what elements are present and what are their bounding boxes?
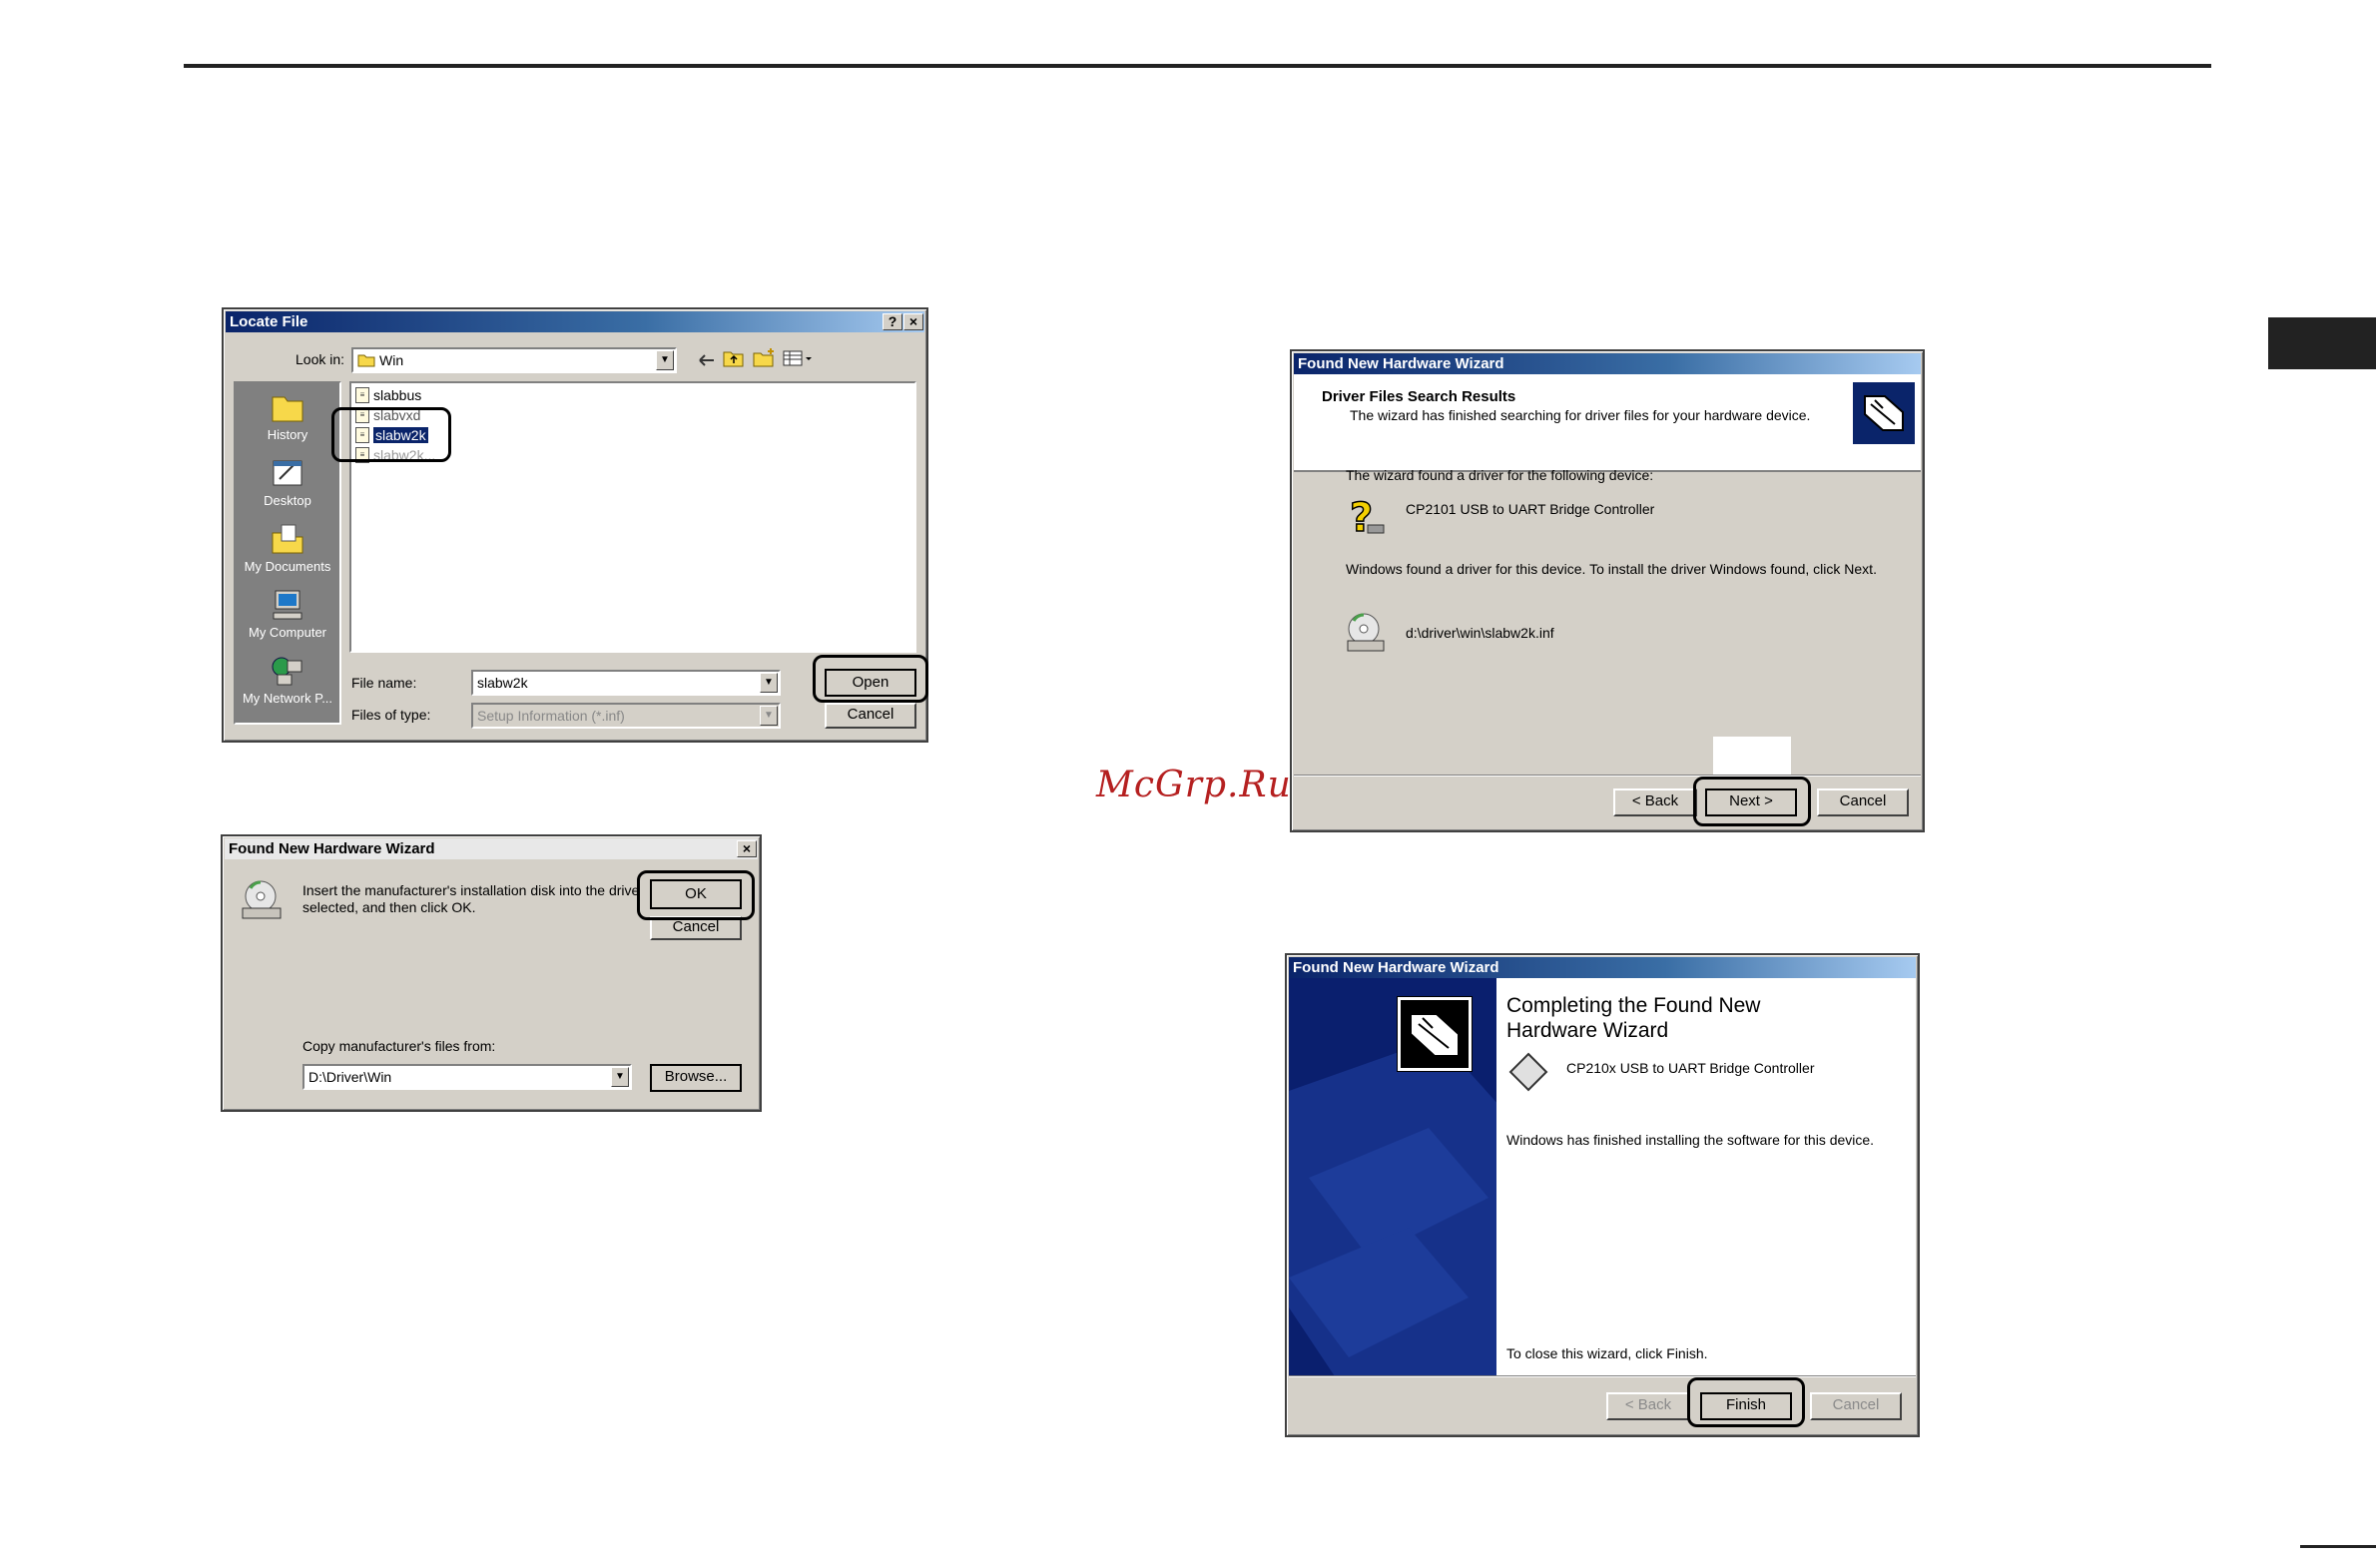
back-button[interactable]: < Back bbox=[1613, 788, 1697, 816]
wizard-header: Driver Files Search Results The wizard h… bbox=[1294, 374, 1921, 472]
svg-text:?: ? bbox=[1350, 495, 1373, 541]
page-edge-mark bbox=[2300, 1545, 2376, 1548]
my-computer-icon bbox=[273, 590, 302, 620]
ok-button-callout bbox=[637, 870, 755, 920]
chevron-down-icon[interactable]: ▼ bbox=[760, 673, 778, 693]
search-results-dialog: Found New Hardware Wizard Driver Files S… bbox=[1290, 349, 1925, 832]
place-my-network[interactable]: My Network P... bbox=[236, 653, 339, 706]
watermark: McGrp.Ru bbox=[1096, 765, 1292, 805]
section-tab-marker bbox=[2268, 317, 2376, 369]
completing-content: Completing the Found New Hardware Wizard… bbox=[1496, 978, 1916, 1375]
search-results-titlebar: Found New Hardware Wizard bbox=[1294, 353, 1921, 374]
place-my-computer-label: My Computer bbox=[248, 625, 327, 640]
device-name: CP2101 USB to UART Bridge Controller bbox=[1406, 501, 1655, 517]
copy-files-value: D:\Driver\Win bbox=[308, 1069, 392, 1085]
up-folder-icon[interactable] bbox=[723, 349, 745, 367]
hardware-wizard-icon bbox=[1397, 996, 1473, 1072]
insert-disk-titlebar: Found New Hardware Wizard bbox=[225, 838, 758, 859]
chevron-down-icon[interactable]: ▼ bbox=[611, 1067, 629, 1087]
look-in-dropdown[interactable]: Win ▼ bbox=[351, 347, 677, 373]
completing-wizard-dialog: Found New Hardware Wizard Completing the… bbox=[1285, 953, 1920, 1437]
place-desktop-label: Desktop bbox=[264, 493, 311, 508]
place-history-label: History bbox=[267, 427, 308, 442]
setup-file-icon: ≡ bbox=[355, 387, 369, 403]
close-button[interactable]: × bbox=[737, 840, 757, 857]
wizard-side-panel bbox=[1289, 978, 1496, 1375]
driver-file-icon bbox=[1347, 613, 1385, 652]
close-button[interactable]: × bbox=[903, 313, 923, 330]
open-button-callout bbox=[813, 655, 928, 703]
chevron-down-icon[interactable]: ▼ bbox=[656, 350, 674, 370]
file-item[interactable]: ≡ slabbus bbox=[355, 387, 421, 403]
file-name-value: slabw2k bbox=[477, 675, 528, 691]
completing-title: Found New Hardware Wizard bbox=[1293, 959, 1499, 976]
completing-device-name: CP210x USB to UART Bridge Controller bbox=[1566, 1060, 1815, 1076]
insert-disk-message-line1: Insert the manufacturer's installation d… bbox=[302, 882, 640, 898]
found-text: The wizard found a driver for the follow… bbox=[1346, 467, 1654, 483]
footer-separator bbox=[1289, 1375, 1916, 1377]
file-name-input[interactable]: slabw2k ▼ bbox=[471, 670, 781, 696]
view-menu-icon[interactable] bbox=[783, 349, 815, 367]
footer-separator bbox=[1294, 775, 1921, 777]
header-subtitle: The wizard has finished searching for dr… bbox=[1350, 407, 1811, 423]
place-my-documents[interactable]: My Documents bbox=[236, 521, 339, 574]
places-bar: History Desktop My Documents My Computer… bbox=[234, 381, 341, 725]
completing-titlebar: Found New Hardware Wizard bbox=[1289, 957, 1916, 978]
help-button[interactable]: ? bbox=[883, 313, 902, 330]
back-button: < Back bbox=[1606, 1392, 1690, 1420]
cancel-button[interactable]: Cancel bbox=[825, 703, 916, 729]
cancel-button: Cancel bbox=[1810, 1392, 1902, 1420]
search-results-title: Found New Hardware Wizard bbox=[1298, 355, 1504, 372]
cancel-button[interactable]: Cancel bbox=[1817, 788, 1909, 816]
place-my-network-label: My Network P... bbox=[242, 691, 333, 706]
files-of-type-label: Files of type: bbox=[351, 707, 431, 723]
network-places-icon bbox=[272, 657, 302, 686]
locate-file-titlebar: Locate File bbox=[226, 311, 924, 332]
place-history[interactable]: History bbox=[236, 389, 339, 442]
install-text: Windows found a driver for this device. … bbox=[1346, 561, 1877, 577]
insert-disk-message-line2: selected, and then click OK. bbox=[302, 899, 476, 915]
top-rule bbox=[184, 64, 2211, 68]
browse-button[interactable]: Browse... bbox=[650, 1064, 742, 1092]
completing-heading-line1: Completing the Found New bbox=[1506, 994, 1761, 1017]
driver-path: d:\driver\win\slabw2k.inf bbox=[1406, 625, 1554, 641]
unknown-device-icon: ? bbox=[1349, 495, 1385, 541]
files-of-type-value: Setup Information (*.inf) bbox=[477, 708, 625, 724]
my-documents-icon bbox=[272, 524, 303, 554]
copy-files-dropdown[interactable]: D:\Driver\Win ▼ bbox=[302, 1064, 632, 1090]
desktop-icon bbox=[273, 460, 302, 486]
folder-icon bbox=[357, 354, 375, 367]
locate-file-title: Locate File bbox=[230, 313, 308, 330]
finish-button-callout bbox=[1687, 1377, 1805, 1427]
hardware-wizard-icon bbox=[1853, 382, 1915, 444]
copy-files-label: Copy manufacturer's files from: bbox=[302, 1038, 496, 1054]
completing-heading-line2: Hardware Wizard bbox=[1506, 1019, 1669, 1042]
place-desktop[interactable]: Desktop bbox=[236, 455, 339, 508]
look-in-value: Win bbox=[379, 352, 404, 368]
new-folder-icon[interactable] bbox=[753, 347, 777, 367]
insert-disk-title: Found New Hardware Wizard bbox=[229, 840, 435, 857]
history-folder-icon bbox=[272, 396, 303, 422]
chevron-down-icon: ▼ bbox=[760, 706, 778, 726]
look-in-label: Look in: bbox=[296, 351, 345, 367]
selected-file-callout bbox=[331, 407, 451, 462]
cd-drive-icon bbox=[242, 880, 282, 919]
back-arrow-icon[interactable] bbox=[697, 351, 717, 369]
place-my-documents-label: My Documents bbox=[244, 559, 331, 574]
file-name-label: File name: bbox=[351, 675, 417, 691]
device-diamond-icon bbox=[1508, 1052, 1548, 1092]
label-patch bbox=[1713, 737, 1791, 777]
completing-finished-text: Windows has finished installing the soft… bbox=[1506, 1132, 1875, 1148]
header-title: Driver Files Search Results bbox=[1322, 388, 1516, 405]
files-of-type-dropdown: Setup Information (*.inf) ▼ bbox=[471, 703, 781, 729]
place-my-computer[interactable]: My Computer bbox=[236, 587, 339, 640]
next-button-callout bbox=[1693, 777, 1811, 826]
completing-close-text: To close this wizard, click Finish. bbox=[1506, 1345, 1708, 1361]
